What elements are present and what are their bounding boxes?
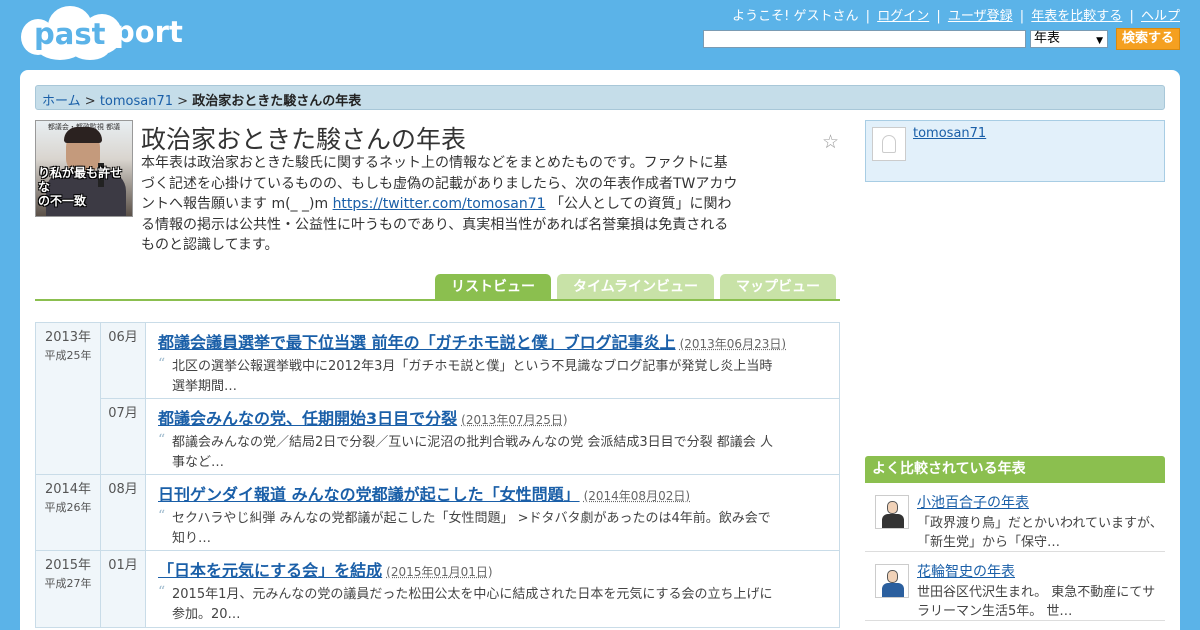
search-type-value: 年表: [1033, 31, 1060, 46]
page-title: 政治家おときた駿さんの年表: [141, 125, 467, 154]
tab-underline: [35, 299, 840, 301]
tab-list-view[interactable]: リストビュー: [435, 274, 551, 300]
event-title-link[interactable]: 「日本を元気にする会」を結成: [158, 561, 382, 580]
timeline-subject-photo: 都議会・都政監視 都議 り私が最も許せな の不一致: [35, 120, 133, 217]
event-row: 06月 都議会議員選挙で最下位当選 前年の「ガチホモ説と僕」ブログ記事炎上 (20…: [101, 323, 839, 399]
year-cell: 2013年 平成25年: [36, 323, 101, 474]
year-label: 2015年: [44, 558, 92, 573]
chevron-down-icon: ▼: [1096, 36, 1103, 46]
list-item: 花輪智史の年表 世田谷区代沢生まれ。 東急不動産にてサラリーマン生活5年。 世…: [865, 552, 1165, 621]
month-label: 01月: [101, 551, 146, 627]
era-label: 平成25年: [44, 349, 92, 362]
author-link[interactable]: tomosan71: [913, 126, 986, 141]
event-title-link[interactable]: 日刊ゲンダイ報道 みんなの党都議が起こした「女性問題」: [158, 485, 580, 504]
search-bar: 年表 ▼ 検索する: [702, 28, 1180, 50]
event-date: (2013年07月25日): [461, 413, 568, 427]
list-item: 小池百合子の年表 「政界渡り鳥」だとかいわれていますが、「新生党」から「保守…: [865, 483, 1165, 552]
year-block: 2014年 平成26年 08月 日刊ゲンダイ報道 みんなの党都議が起こした「女性…: [35, 475, 840, 551]
event-description: “2015年1月、元みんなの党の議員だった松田公太を中心に結成された日本を元気に…: [158, 584, 773, 622]
quote-icon: “: [158, 356, 166, 372]
event-date: (2013年06月23日): [679, 337, 787, 351]
year-block: 2013年 平成25年 06月 都議会議員選挙で最下位当選 前年の「ガチホモ説と…: [35, 322, 840, 475]
quote-icon: “: [158, 508, 166, 524]
timeline-description: 本年表は政治家おときた駿氏に関するネット上の情報などをまとめたものです。ファクト…: [141, 153, 741, 256]
event-description: “北区の選挙公報選挙戦中に2012年3月「ガチホモ説と僕」という不見識なブログ記…: [158, 356, 773, 394]
main-panel: ホーム > tomosan71 > 政治家おときた駿さんの年表 都議会・都政監視…: [20, 70, 1180, 630]
popular-timelines-heading: よく比較されている年表: [865, 456, 1165, 483]
logo-text-port: port: [114, 15, 183, 49]
breadcrumb-separator: >: [84, 94, 96, 109]
popular-timeline-link[interactable]: 小池百合子の年表: [917, 495, 1029, 511]
search-input[interactable]: [702, 30, 1026, 48]
twitter-link[interactable]: https://twitter.com/tomosan71: [333, 196, 546, 212]
event-row: 07月 都議会みんなの党、任期開始3日目で分裂 (2013年07月25日) “都議…: [101, 399, 839, 474]
event-date: (2014年08月02日): [583, 489, 691, 503]
year-cell: 2015年 平成27年: [36, 551, 101, 627]
photo-caption: り私が最も許せな の不一致: [38, 166, 123, 208]
event-title-link[interactable]: 都議会議員選挙で最下位当選 前年の「ガチホモ説と僕」ブログ記事炎上: [158, 333, 676, 352]
timeline-list: 2013年 平成25年 06月 都議会議員選挙で最下位当選 前年の「ガチホモ説と…: [35, 322, 840, 628]
era-label: 平成27年: [44, 577, 92, 590]
popular-timeline-desc: 「政界渡り鳥」だとかいわれていますが、「新生党」から「保守…: [917, 516, 1163, 550]
author-box: tomosan71: [865, 120, 1165, 182]
timeline-thumbnail[interactable]: [875, 564, 909, 598]
breadcrumb-user[interactable]: tomosan71: [100, 94, 173, 109]
month-label: 08月: [101, 475, 146, 550]
popular-timelines-list: 小池百合子の年表 「政界渡り鳥」だとかいわれていますが、「新生党」から「保守… …: [865, 483, 1165, 621]
pastport-logo[interactable]: past port: [20, 4, 190, 62]
login-link[interactable]: ログイン: [877, 9, 929, 24]
event-description: “都議会みんなの党／結局2日で分裂／互いに泥沼の批判合戦みんなの党 会派結成3日…: [158, 432, 773, 470]
quote-icon: “: [158, 432, 166, 448]
register-link[interactable]: ユーザ登録: [948, 9, 1013, 24]
era-label: 平成26年: [44, 501, 92, 514]
breadcrumb-home[interactable]: ホーム: [42, 94, 81, 109]
month-label: 07月: [101, 399, 146, 474]
star-icon[interactable]: ☆: [822, 131, 839, 153]
year-block: 2015年 平成27年 01月 「日本を元気にする会」を結成 (2015年01月0…: [35, 551, 840, 628]
year-label: 2013年: [44, 330, 92, 345]
view-tabs: リストビュー タイムラインビュー マップビュー: [435, 274, 837, 300]
timeline-thumbnail[interactable]: [875, 495, 909, 529]
search-button[interactable]: 検索する: [1115, 28, 1180, 50]
month-label: 06月: [101, 323, 146, 398]
breadcrumb: ホーム > tomosan71 > 政治家おときた駿さんの年表: [35, 85, 1165, 110]
event-description: “セクハラやじ糾弾 みんなの党都議が起こした「女性問題」 >ドタバタ劇があったの…: [158, 508, 771, 546]
logo-text-past: past: [34, 17, 106, 51]
popular-timeline-link[interactable]: 花輪智史の年表: [917, 564, 1015, 580]
breadcrumb-current: 政治家おときた駿さんの年表: [192, 94, 362, 109]
popular-timeline-desc: 世田谷区代沢生まれ。 東急不動産にてサラリーマン生活5年。 世…: [917, 585, 1156, 619]
breadcrumb-separator: >: [177, 94, 189, 109]
year-cell: 2014年 平成26年: [36, 475, 101, 550]
event-title-link[interactable]: 都議会みんなの党、任期開始3日目で分裂: [158, 409, 457, 428]
site-header: past port ようこそ! ゲストさん | ログイン | ユーザ登録 | 年…: [0, 0, 1200, 70]
event-row: 01月 「日本を元気にする会」を結成 (2015年01月01日) “2015年1月…: [101, 551, 839, 627]
quote-icon: “: [158, 584, 166, 600]
tab-timeline-view[interactable]: タイムラインビュー: [557, 274, 715, 300]
welcome-text: ようこそ! ゲストさん: [732, 9, 859, 24]
year-label: 2014年: [44, 482, 92, 497]
top-links: ようこそ! ゲストさん | ログイン | ユーザ登録 | 年表を比較する | ヘ…: [732, 9, 1180, 24]
event-date: (2015年01月01日): [386, 565, 493, 579]
tab-map-view[interactable]: マップビュー: [720, 274, 837, 300]
user-avatar[interactable]: [872, 127, 906, 161]
compare-link[interactable]: 年表を比較する: [1031, 9, 1122, 24]
event-row: 08月 日刊ゲンダイ報道 みんなの党都議が起こした「女性問題」 (2014年08月…: [101, 475, 839, 550]
help-link[interactable]: ヘルプ: [1141, 9, 1180, 24]
search-type-select[interactable]: 年表 ▼: [1029, 30, 1108, 48]
